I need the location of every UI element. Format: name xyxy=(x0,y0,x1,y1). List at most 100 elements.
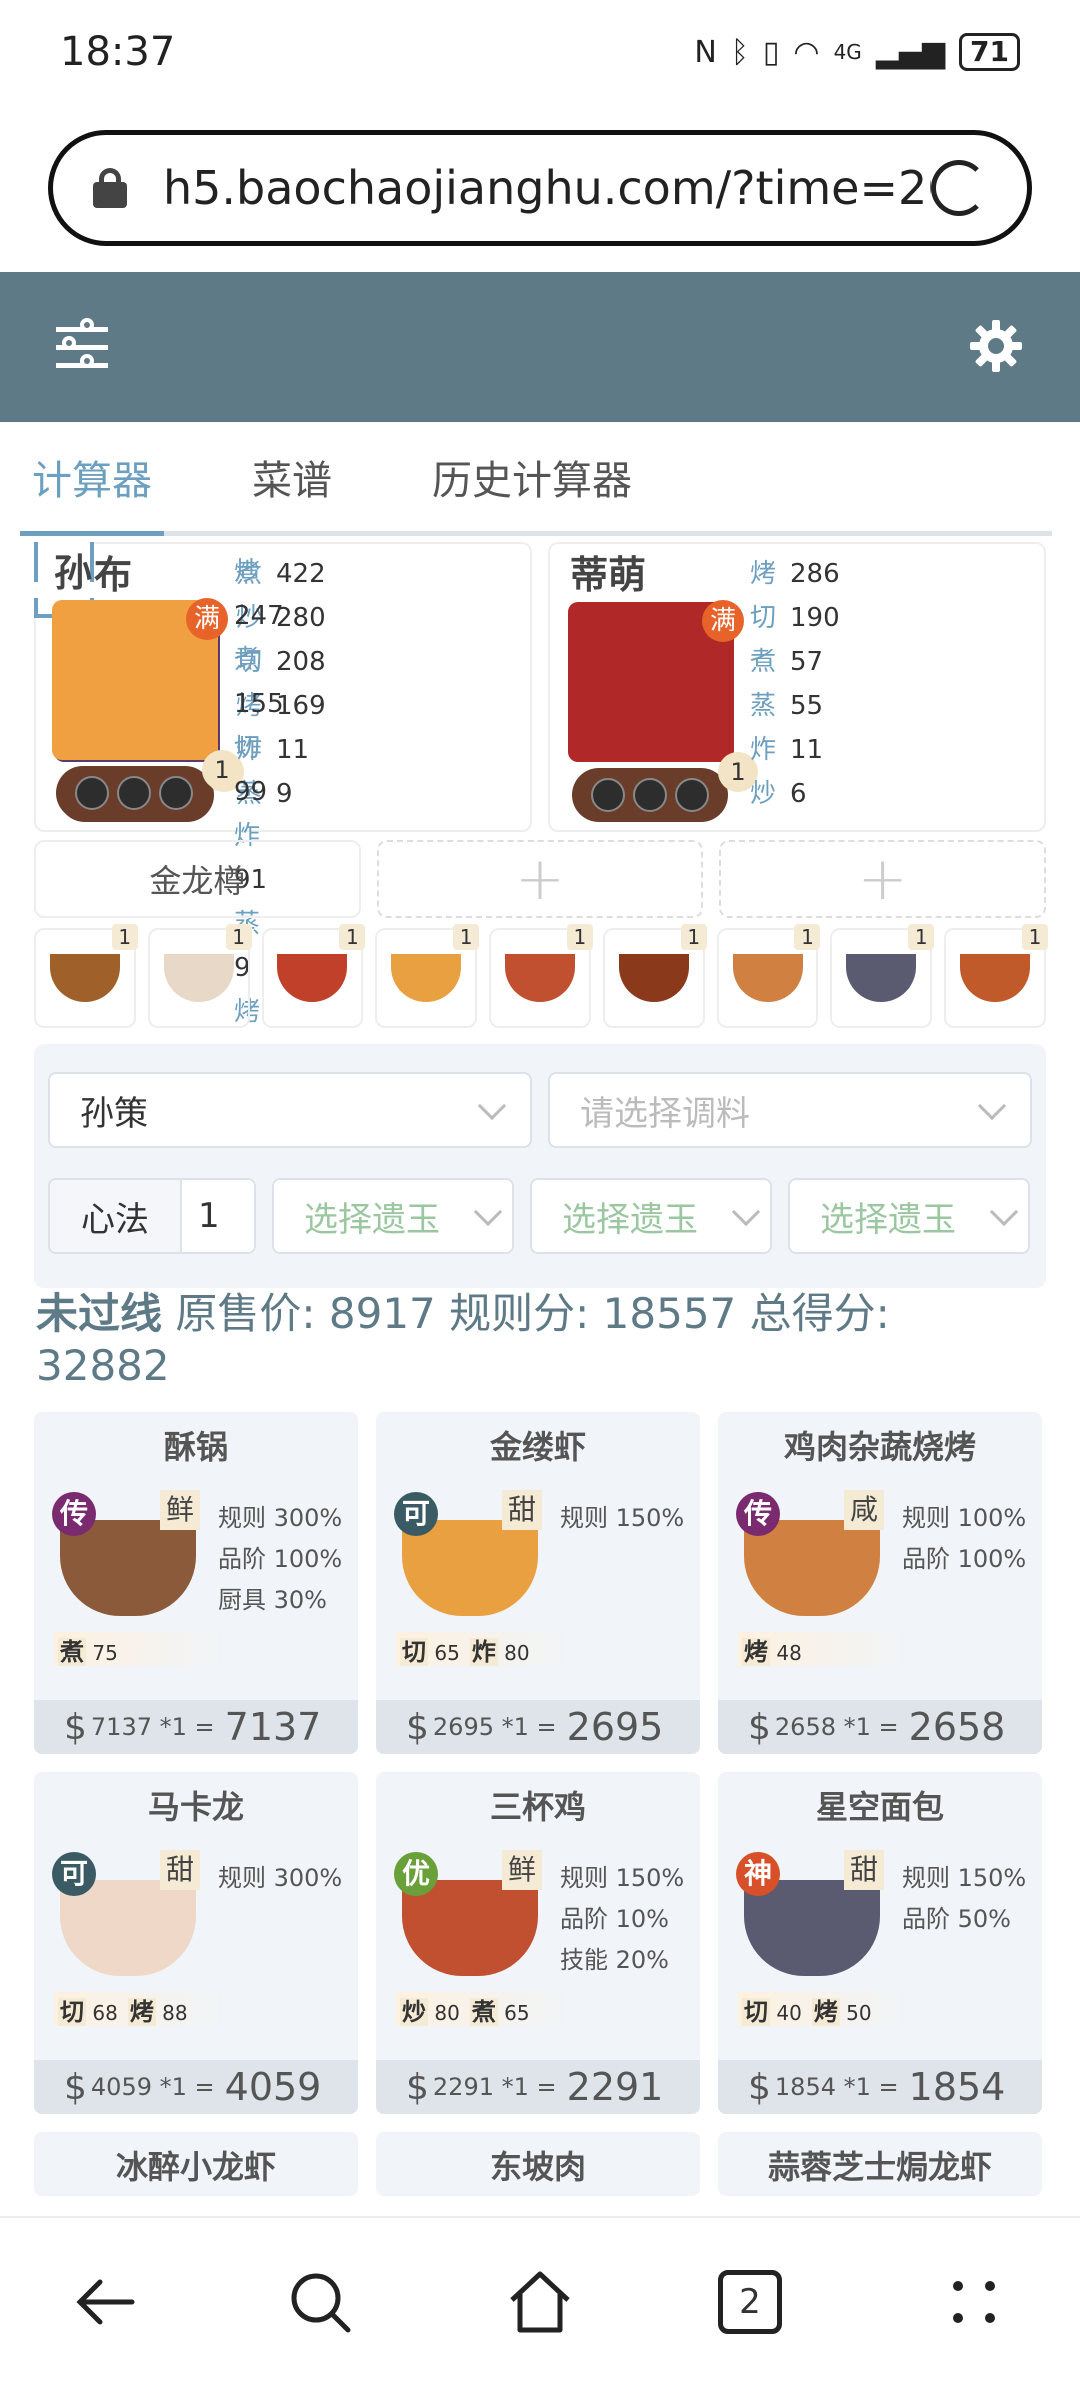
tab-history-calculator[interactable]: 历史计算器 xyxy=(432,440,632,531)
heart-method-input[interactable]: 1 xyxy=(182,1180,254,1252)
recipe-card[interactable]: 鸡肉杂蔬烧烤 传 咸 规则 100% 品阶 100% 烤 48 $ 2658 *1 … xyxy=(718,1412,1042,1754)
status-bar: 18:37 N ᛒ ▯ ◠ 4G ▂▄▆ 71 xyxy=(0,0,1080,104)
dish-slot[interactable]: 1 xyxy=(375,924,480,1028)
skill-req: 煮 65 xyxy=(469,1992,530,2027)
recipe-card[interactable]: 金缕虾 可 甜 规则 150% 切 65 炸 80 $ 2695 *1 = 2695 xyxy=(376,1412,700,1754)
jade-select-1[interactable]: 选择遗玉 xyxy=(272,1178,514,1254)
recipe-card[interactable]: 三杯鸡 优 鲜 规则 150% 品阶 10% 技能 20% 炒 80 煮 65 $ 22… xyxy=(376,1772,700,2114)
battery-indicator: 71 xyxy=(959,33,1020,71)
recipe-total: 4059 xyxy=(224,2065,322,2109)
rarity-badge: 传 xyxy=(736,1492,780,1536)
chef-card[interactable]: 蒂萌 满 1 烤 286 切 190 煮 57 蒸 55 炸 11 炒 6 xyxy=(548,542,1046,832)
skill-value: 75 xyxy=(92,1640,118,1665)
chef-config-panel: 孙策 请选择调料 心法 1 选择遗玉 选择遗玉 选择遗玉 xyxy=(34,1044,1046,1288)
recipe-price-row: $ 2695 *1 = 2695 xyxy=(376,1700,700,1754)
skill-name: 烤 xyxy=(811,1997,840,2026)
stat-value: 99 xyxy=(234,777,268,807)
chef-select-value: 孙策 xyxy=(80,1093,148,1134)
dish-slot[interactable]: 1 xyxy=(489,924,593,1028)
dish-slot[interactable]: 1 xyxy=(147,924,252,1028)
skill-req: 炒 80 xyxy=(400,1992,460,2027)
recipe-card[interactable]: 蒜蓉芝士焗龙虾 xyxy=(718,2132,1042,2196)
recipe-name: 冰醉小龙虾 xyxy=(115,2148,276,2186)
gear-icon[interactable] xyxy=(968,318,1024,374)
dish-slot[interactable]: 1 xyxy=(34,924,138,1028)
taste-badge: 甜 xyxy=(844,1850,884,1890)
seasoning-select[interactable]: 请选择调料 xyxy=(548,1072,1032,1148)
jade-placeholder: 选择遗玉 xyxy=(820,1199,956,1240)
reload-icon[interactable] xyxy=(931,160,987,216)
rule-line: 规则 150% xyxy=(560,1864,685,1892)
dish-slot[interactable]: 1 xyxy=(261,924,366,1028)
recipe-rules: 规则 150% xyxy=(560,1498,684,1539)
back-icon[interactable] xyxy=(66,2262,146,2342)
home-icon[interactable] xyxy=(500,2262,580,2342)
chef-name: 蒂萌 xyxy=(570,553,647,597)
dish-count-badge: 1 xyxy=(1022,924,1049,950)
rule-line: 规则 150% xyxy=(560,1504,685,1532)
dish-slot[interactable]: 1 xyxy=(944,924,1049,1028)
recipe-name: 金缕虾 xyxy=(489,1428,586,1466)
dollar-icon: $ xyxy=(64,1706,87,1748)
recipe-total: 2695 xyxy=(566,1705,664,1749)
skill-name: 烤 xyxy=(742,1637,770,1666)
search-icon[interactable] xyxy=(280,2262,360,2342)
dollar-icon: $ xyxy=(406,2066,429,2108)
jade-select-2[interactable]: 选择遗玉 xyxy=(530,1178,772,1254)
add-utensil-button[interactable]: + xyxy=(719,840,1047,918)
jade-select-3[interactable]: 选择遗玉 xyxy=(788,1178,1030,1254)
dish-slot[interactable]: 1 xyxy=(716,924,821,1028)
equipment-slots[interactable] xyxy=(572,768,728,822)
recipe-card[interactable]: 马卡龙 可 甜 规则 300% 切 68 烤 88 $ 4059 *1 = 4059 xyxy=(34,1772,358,2114)
stat-name: 煮 xyxy=(234,645,261,675)
recipe-rules: 规则 150% 品阶 10% 技能 20% xyxy=(560,1858,684,1981)
equip-slot-icon[interactable] xyxy=(675,778,709,812)
unit-price: 1854 xyxy=(774,2073,836,2101)
recipe-card[interactable]: 东坡肉 xyxy=(376,2132,700,2196)
skill-value: 65 xyxy=(504,2000,530,2025)
recipe-price-row: $ 1854 *1 = 1854 xyxy=(718,2060,1042,2114)
recipe-card[interactable]: 星空面包 神 甜 规则 150% 品阶 50% 切 40 烤 50 $ 1854 *1… xyxy=(718,1772,1042,2114)
url-text[interactable]: h5.baochaojianghu.com/?time=20 xyxy=(163,161,931,215)
dish-slot[interactable]: 1 xyxy=(602,924,707,1028)
tab-recipes[interactable]: 菜谱 xyxy=(252,440,332,531)
skill-name: 煮 xyxy=(58,1637,86,1666)
original-price-value: 8917 xyxy=(328,1289,436,1338)
recipe-grid: 酥锅 传 鲜 规则 300% 品阶 100% 厨具 30% 煮 75 $ 7137 *… xyxy=(34,1412,1046,2196)
stat-name: 煮 xyxy=(750,647,777,677)
tab-calculator[interactable]: 计算器 xyxy=(20,440,164,536)
more-icon[interactable] xyxy=(934,2262,1014,2342)
heart-method-field[interactable]: 心法 1 xyxy=(48,1178,256,1254)
skill-req: 切 68 xyxy=(58,1992,118,2027)
skill-name: 炒 xyxy=(400,1997,428,2026)
skill-value: 40 xyxy=(776,2000,802,2025)
skill-req: 切 65 xyxy=(400,1632,460,1667)
address-bar[interactable]: h5.baochaojianghu.com/?time=20 xyxy=(48,130,1032,246)
utensil-slot[interactable]: 金龙樽 xyxy=(34,840,361,918)
equip-slot-icon[interactable] xyxy=(591,778,625,812)
multiplier: *1 xyxy=(501,2073,529,2101)
chef-card-selected[interactable]: 孙策 满 1 炒247煮155切99炸91蒸9烤5 xyxy=(34,542,284,1071)
equip-slot-icon[interactable] xyxy=(633,778,667,812)
skill-value: 80 xyxy=(504,1640,530,1665)
chef-stat-row: 煮 57 xyxy=(750,640,840,684)
dish-image xyxy=(277,954,348,1002)
recipe-name: 马卡龙 xyxy=(147,1788,244,1826)
filter-settings-icon[interactable] xyxy=(56,317,112,377)
equip-slot-icon[interactable] xyxy=(75,776,109,810)
recipe-card[interactable]: 酥锅 传 鲜 规则 300% 品阶 100% 厨具 30% 煮 75 $ 7137 *… xyxy=(34,1412,358,1754)
recipe-card[interactable]: 冰醉小龙虾 xyxy=(34,2132,358,2196)
tabs-count-button[interactable]: 2 xyxy=(718,2270,782,2334)
equip-slot-icon[interactable] xyxy=(159,776,193,810)
rule-line: 规则 150% xyxy=(902,1864,1027,1892)
equipment-slots[interactable] xyxy=(56,766,212,820)
skill-name: 煮 xyxy=(469,1997,498,2026)
dish-slot[interactable]: 1 xyxy=(830,924,935,1028)
equip-slot-icon[interactable] xyxy=(117,776,151,810)
chef-select[interactable]: 孙策 xyxy=(48,1072,532,1148)
skill-req: 切 40 xyxy=(742,1992,802,2027)
recipe-name: 酥锅 xyxy=(163,1428,228,1466)
add-utensil-button[interactable]: + xyxy=(376,840,704,918)
skill-value: 80 xyxy=(434,2000,460,2025)
chef-stats: 烤 286 切 190 煮 57 蒸 55 炸 11 炒 6 xyxy=(750,552,840,816)
